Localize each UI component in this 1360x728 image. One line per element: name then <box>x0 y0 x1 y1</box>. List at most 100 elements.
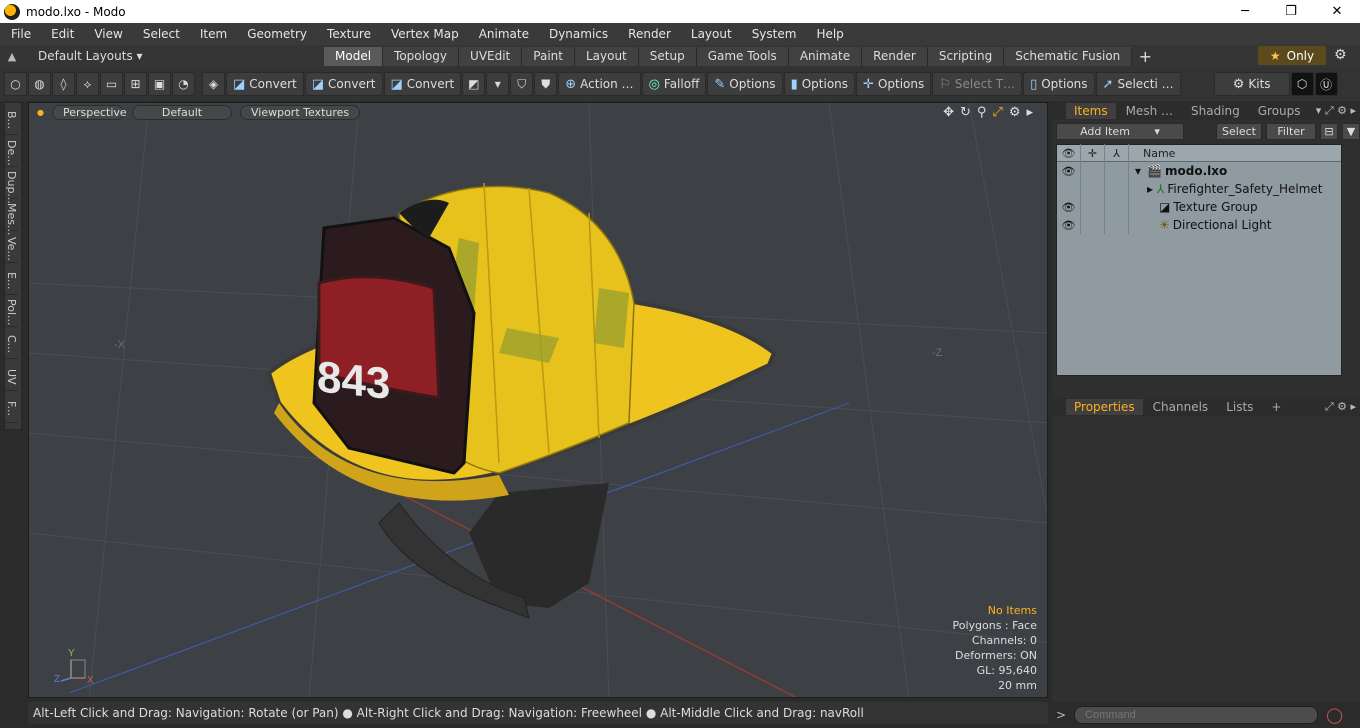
tab-game-tools[interactable]: Game Tools <box>696 46 789 66</box>
menu-view[interactable]: View <box>83 27 131 41</box>
menu-help[interactable]: Help <box>805 27 852 41</box>
left-tab-polygon[interactable]: Pol... <box>5 295 18 327</box>
items-select-icon[interactable]: ⟡ <box>76 72 99 96</box>
menu-file[interactable]: File <box>0 27 40 41</box>
selection-button[interactable]: ➚ Selecti … <box>1095 72 1181 96</box>
zoom-icon[interactable]: ⚲ <box>977 105 987 120</box>
edge-icon[interactable]: ◔ <box>172 72 195 96</box>
unreal-icon[interactable]: Ⓤ <box>1314 72 1338 96</box>
convert-button-3[interactable]: ◪ Convert <box>383 72 462 96</box>
list-item[interactable]: 👁 ☀ Directional Light <box>1057 216 1341 234</box>
tab-paint[interactable]: Paint <box>522 46 575 66</box>
tab-uvedit[interactable]: UVEdit <box>459 46 523 66</box>
maximize-button[interactable]: ❐ <box>1268 0 1314 23</box>
menu-vertex-map[interactable]: Vertex Map <box>380 27 468 41</box>
eye-icon[interactable]: 👁 <box>1057 198 1081 216</box>
shading-style-dropdown[interactable]: Default <box>131 104 232 120</box>
tab-shading[interactable]: Shading <box>1183 103 1248 119</box>
only-toggle[interactable]: ★ Only <box>1258 46 1326 65</box>
menu-geometry[interactable]: Geometry <box>236 27 316 41</box>
tab-animate[interactable]: Animate <box>788 46 863 66</box>
kits-button[interactable]: ⚙ Kits <box>1213 72 1290 96</box>
list-item[interactable]: 👁 ◪ Texture Group <box>1057 198 1341 216</box>
eye-icon[interactable]: 👁 <box>1057 162 1081 180</box>
tab-mesh[interactable]: Mesh … <box>1118 103 1181 119</box>
tab-model[interactable]: Model <box>324 46 384 66</box>
edges-select-icon[interactable]: ◍ <box>28 72 51 96</box>
tab-setup[interactable]: Setup <box>638 46 697 66</box>
convert-button-1[interactable]: ◪ Convert <box>226 72 304 96</box>
pan-icon[interactable]: ✥ <box>943 105 954 120</box>
menu-item[interactable]: Item <box>189 27 236 41</box>
panel-options-icon[interactable]: ⤢ ⚙ ▸ <box>1325 400 1360 414</box>
left-tab-curve[interactable]: C... <box>5 327 18 359</box>
add-panel-tab-button[interactable]: + <box>1263 399 1289 415</box>
eye-icon[interactable]: 👁 <box>1057 216 1081 234</box>
left-tab-mesh[interactable]: Mes... <box>5 199 18 235</box>
menu-layout[interactable]: Layout <box>680 27 741 41</box>
collapse-arrow-icon[interactable]: ▸ <box>1129 182 1153 196</box>
falloff-button[interactable]: ◎ Falloff <box>641 72 707 96</box>
vertices-select-icon[interactable]: ○ <box>4 72 27 96</box>
tab-scripting[interactable]: Scripting <box>927 46 1005 66</box>
tab-lists[interactable]: Lists <box>1218 399 1261 415</box>
tab-render[interactable]: Render <box>862 46 928 66</box>
lock-column-icon[interactable]: ✛ <box>1081 144 1105 162</box>
viewport-textures-dropdown[interactable]: Viewport Textures <box>239 104 361 120</box>
item-list[interactable]: 👁 ✛ ⅄ Name 👁 ▾ 🎬 modo.lxo ▸ ⅄ Firefighte… <box>1056 144 1342 376</box>
name-column-header[interactable]: Name <box>1129 147 1175 160</box>
panel-options-icon[interactable]: ▾ ⤢ ⚙ ▸ <box>1316 104 1360 118</box>
collapse-icon[interactable]: ⊟ <box>1320 122 1338 140</box>
tab-items[interactable]: Items <box>1066 103 1116 119</box>
list-item[interactable]: ▸ ⅄ Firefighter_Safety_Helmet <box>1057 180 1341 198</box>
polygons-select-icon[interactable]: ◊ <box>52 72 75 96</box>
close-button[interactable]: ✕ <box>1314 0 1360 23</box>
left-tab-basic[interactable]: B... <box>5 103 18 135</box>
menu-animate[interactable]: Animate <box>468 27 538 41</box>
visibility-column-icon[interactable]: 👁 <box>1057 144 1081 162</box>
pivot-select-icon[interactable]: ⊞ <box>124 72 147 96</box>
chevron-down-icon[interactable]: ▾ <box>486 72 510 96</box>
cube-dropdown-icon[interactable]: ◩ <box>462 72 486 96</box>
left-tab-edge[interactable]: E... <box>5 263 18 295</box>
menu-render[interactable]: Render <box>617 27 680 41</box>
convert-button-2[interactable]: ◪ Convert <box>304 72 383 96</box>
filter-button[interactable]: Filter <box>1266 122 1316 140</box>
rotate-icon[interactable]: ↻ <box>960 105 971 120</box>
perspective-dropdown[interactable]: Perspective <box>51 104 127 120</box>
maximize-viewport-icon[interactable]: ⤢ <box>992 105 1002 120</box>
left-tab-vertex[interactable]: Ve... <box>5 231 18 263</box>
options-button-4[interactable]: ▯ Options <box>1023 72 1095 96</box>
viewport-arrow-icon[interactable]: ▸ <box>1026 105 1033 120</box>
tab-layout[interactable]: Layout <box>574 46 639 66</box>
left-tab-fusion[interactable]: F... <box>5 391 18 423</box>
select-button[interactable]: Select <box>1216 122 1262 140</box>
tab-schematic-fusion[interactable]: Schematic Fusion <box>1004 46 1133 66</box>
materials-select-icon[interactable]: ▭ <box>100 72 123 96</box>
left-tab-duplicate[interactable]: Dup... <box>5 167 18 204</box>
tab-groups[interactable]: Groups <box>1250 103 1309 119</box>
funnel-icon[interactable]: ▼ <box>1342 122 1360 140</box>
command-input[interactable] <box>1074 706 1319 724</box>
3d-viewport[interactable]: 843 -X -Z Y Z X ● Perspective Default Vi… <box>28 102 1048 698</box>
record-icon[interactable]: ◯ <box>1326 706 1343 724</box>
layout-pin-icon[interactable]: ▲ <box>0 50 24 63</box>
tab-topology[interactable]: Topology <box>383 46 460 66</box>
gear-icon[interactable]: ⚙ <box>1334 47 1347 63</box>
tab-properties[interactable]: Properties <box>1066 399 1143 415</box>
action-center-button[interactable]: ⊕ Action … <box>558 72 641 96</box>
add-tab-button[interactable]: + <box>1132 47 1158 66</box>
options-button-2[interactable]: ▮ Options <box>783 72 856 96</box>
minimize-button[interactable]: ─ <box>1222 0 1268 23</box>
menu-system[interactable]: System <box>741 27 806 41</box>
add-item-button[interactable]: Add Item ▾ <box>1056 122 1184 140</box>
symmetry-2-icon[interactable]: ⛊ <box>534 72 558 96</box>
locator-column-icon[interactable]: ⅄ <box>1105 144 1129 162</box>
center-select-icon[interactable]: ▣ <box>148 72 171 96</box>
tab-channels[interactable]: Channels <box>1145 399 1217 415</box>
options-button-3[interactable]: ✛ Options <box>856 72 932 96</box>
left-tab-uv[interactable]: UV <box>5 359 18 391</box>
options-button-1[interactable]: ✎ Options <box>707 72 783 96</box>
menu-dynamics[interactable]: Dynamics <box>538 27 617 41</box>
unity-icon[interactable]: ⬡ <box>1290 72 1314 96</box>
